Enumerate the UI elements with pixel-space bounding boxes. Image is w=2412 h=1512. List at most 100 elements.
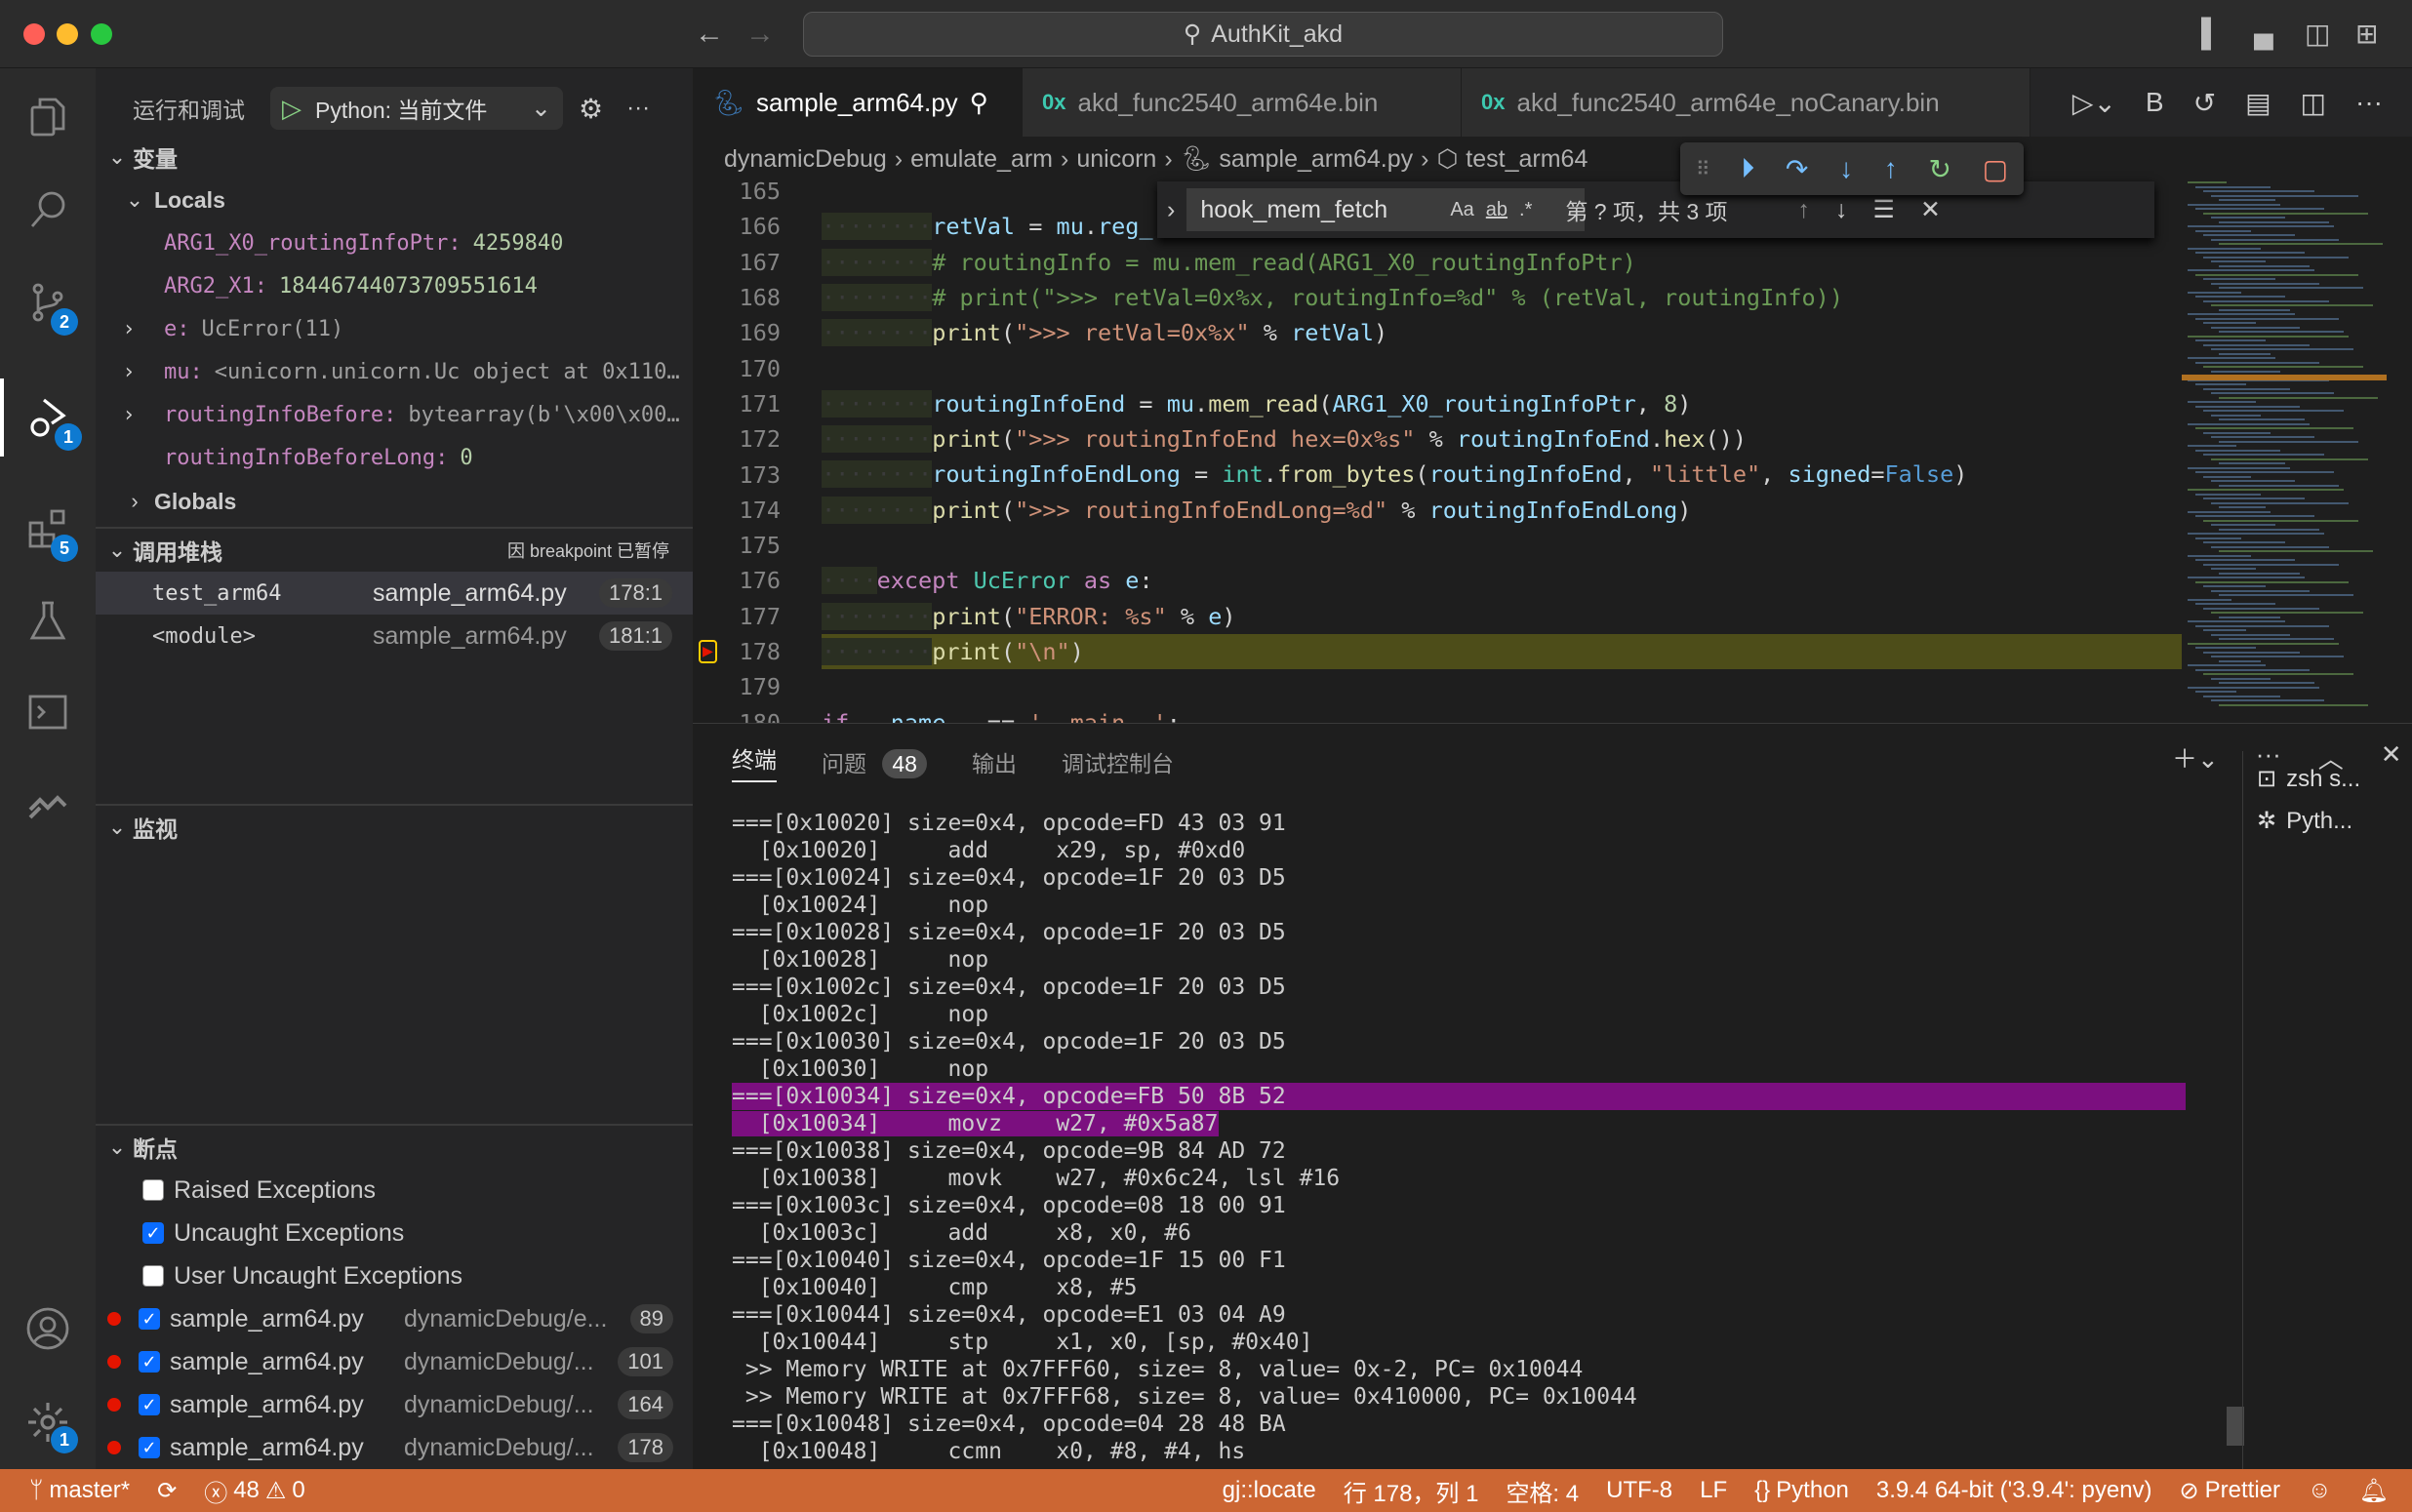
explorer-icon[interactable] bbox=[0, 78, 96, 156]
variable-row[interactable]: › routingInfoBefore: bytearray(b'\x00\x00… bbox=[96, 393, 693, 436]
match-case-toggle[interactable]: Aa bbox=[1450, 199, 1473, 221]
breadcrumb-item[interactable]: dynamicDebug bbox=[724, 145, 887, 174]
command-center-search[interactable]: ⚲ AuthKit_akd bbox=[803, 12, 1723, 57]
breadcrumb-item[interactable]: sample_arm64.py bbox=[1219, 145, 1413, 174]
variables-section-header[interactable]: ⌄ 变量 bbox=[96, 136, 693, 179]
run-file-icon[interactable]: ▷⌄ bbox=[2072, 87, 2116, 119]
sync-icon[interactable]: ⟳ bbox=[143, 1477, 190, 1505]
match-whole-word-toggle[interactable]: ab bbox=[1486, 199, 1508, 221]
forward-arrow-icon[interactable]: → bbox=[745, 18, 775, 51]
testing-flask-icon[interactable] bbox=[0, 581, 96, 659]
variable-row[interactable]: › e: UcError(11) bbox=[96, 307, 693, 350]
tab-akd_func2540_arm64e_noCanary-bin[interactable]: 0x akd_func2540_arm64e_noCanary.bin bbox=[1462, 68, 2030, 137]
code-line[interactable]: 168 ········# print(">>> retVal=0x%x, rou… bbox=[693, 280, 2182, 315]
step-out-icon[interactable]: ↑ bbox=[1884, 153, 1898, 184]
code-editor[interactable]: 165 166 ········retVal = mu.reg_ 167 ·······… bbox=[693, 174, 2182, 723]
callstack-frame[interactable]: <module> sample_arm64.py 181:1 bbox=[96, 615, 693, 657]
breadcrumb-item[interactable]: test_arm64 bbox=[1466, 145, 1588, 174]
variable-row[interactable]: ARG2_X1: 18446744073709551614 bbox=[96, 264, 693, 307]
watch-section-header[interactable]: ⌄ 监视 bbox=[96, 806, 693, 849]
toggle-replace-chevron-icon[interactable]: › bbox=[1167, 196, 1175, 224]
tab-akd_func2540_arm64e-bin[interactable]: 0x akd_func2540_arm64e.bin bbox=[1023, 68, 1462, 137]
variable-row[interactable]: routingInfoBeforeLong: 0 bbox=[96, 436, 693, 479]
back-arrow-icon[interactable]: ← bbox=[695, 18, 724, 51]
python-interpreter[interactable]: 3.9.4 64-bit ('3.9.4': pyenv) bbox=[1863, 1477, 2166, 1504]
gear-icon[interactable]: ⚙ bbox=[579, 93, 603, 125]
terminal-item-zsh[interactable]: ⊡ zsh s... bbox=[2243, 751, 2412, 807]
code-line[interactable]: 169 ········print(">>> retVal=0x%x" % ret… bbox=[693, 315, 2182, 350]
close-icon[interactable]: ✕ bbox=[1920, 195, 1941, 224]
tab-output[interactable]: 输出 bbox=[972, 745, 1017, 778]
code-line[interactable]: 167 ········# routingInfo = mu.mem_read(A… bbox=[693, 245, 2182, 280]
next-match-icon[interactable]: ↓ bbox=[1835, 196, 1848, 224]
feedback-icon[interactable]: ☺ bbox=[2294, 1477, 2346, 1504]
language-mode[interactable]: {} Python bbox=[1741, 1477, 1863, 1504]
code-line[interactable]: 179 bbox=[693, 669, 2182, 704]
checkbox[interactable]: ✓ bbox=[139, 1308, 160, 1330]
source-control-icon[interactable]: 2 bbox=[0, 263, 96, 341]
exception-breakpoint[interactable]: Raised Exceptions bbox=[96, 1169, 693, 1212]
tab-debug-console[interactable]: 调试控制台 bbox=[1062, 745, 1174, 778]
toggle-panel-icon[interactable]: ▄ bbox=[2254, 18, 2273, 49]
locals-scope[interactable]: ⌄ Locals bbox=[96, 179, 693, 221]
variable-row[interactable]: › mu: <unicorn.unicorn.Uc object at 0x110… bbox=[96, 350, 693, 393]
variable-row[interactable]: ARG1_X0_routingInfoPtr: 4259840 bbox=[96, 221, 693, 264]
remote-tunnel-icon[interactable] bbox=[0, 765, 96, 843]
code-line[interactable]: 180 if __name__ == '__main__': bbox=[693, 705, 2182, 724]
code-line[interactable]: 177 ········print("ERROR: %s" % e) bbox=[693, 599, 2182, 634]
stop-icon[interactable]: ▢ bbox=[1983, 153, 2008, 185]
toggle-secondary-sidebar-icon[interactable]: ◫ bbox=[2305, 18, 2330, 50]
encoding-status[interactable]: UTF-8 bbox=[1592, 1477, 1686, 1504]
exception-breakpoint[interactable]: ✓ Uncaught Exceptions bbox=[96, 1212, 693, 1254]
tab-problems[interactable]: 问题 48 bbox=[822, 745, 927, 778]
chevron-down-icon[interactable]: ⌄ bbox=[531, 94, 551, 123]
restart-icon[interactable]: ↻ bbox=[1929, 153, 1951, 185]
regex-toggle[interactable]: .* bbox=[1519, 199, 1532, 221]
breadcrumb-item[interactable]: unicorn bbox=[1076, 145, 1156, 174]
cursor-position[interactable]: 行 178，列 1 bbox=[1330, 1474, 1493, 1508]
step-over-icon[interactable]: ↷ bbox=[1786, 153, 1808, 185]
code-line[interactable]: 174 ········print(">>> routingInfoEndLong… bbox=[693, 493, 2182, 528]
checkbox[interactable]: ✓ bbox=[139, 1437, 160, 1458]
close-window-button[interactable] bbox=[23, 23, 45, 45]
branch-status[interactable]: ᛘ master* bbox=[0, 1477, 143, 1504]
eol-status[interactable]: LF bbox=[1686, 1477, 1741, 1504]
breakpoints-section-header[interactable]: ⌄ 断点 bbox=[96, 1126, 693, 1169]
breadcrumb-item[interactable]: emulate_arm bbox=[910, 145, 1053, 174]
customize-layout-icon[interactable]: ⊞ bbox=[2355, 18, 2378, 50]
breakpoint-item[interactable]: ✓ sample_arm64.py dynamicDebug/... 178 bbox=[96, 1426, 693, 1469]
more-actions-icon[interactable]: ··· bbox=[2355, 87, 2383, 118]
pin-icon[interactable]: ⚲ bbox=[970, 88, 988, 118]
drag-handle-icon[interactable]: ⠿ bbox=[1696, 157, 1710, 181]
exception-breakpoint[interactable]: User Uncaught Exceptions bbox=[96, 1254, 693, 1297]
notifications-bell-icon[interactable]: 🔔︎ bbox=[2346, 1477, 2412, 1505]
indentation-status[interactable]: 空格: 4 bbox=[1492, 1474, 1592, 1508]
start-debug-play-icon[interactable]: ▷ bbox=[282, 94, 302, 124]
code-line[interactable]: 173 ········routingInfoEndLong = int.from… bbox=[693, 457, 2182, 492]
code-line[interactable]: 170 bbox=[693, 351, 2182, 386]
code-line[interactable]: 172 ········print(">>> routingInfoEnd hex… bbox=[693, 421, 2182, 457]
tab-terminal[interactable]: 终端 bbox=[732, 741, 777, 782]
settings-gear-icon[interactable]: 1 bbox=[0, 1383, 96, 1461]
zoom-window-button[interactable] bbox=[91, 23, 112, 45]
checkbox[interactable] bbox=[142, 1179, 164, 1201]
checkbox[interactable]: ✓ bbox=[142, 1222, 164, 1244]
tab-sample_arm64-py[interactable]: 🐍︎ sample_arm64.py ⚲ bbox=[693, 68, 1023, 137]
extensions-icon[interactable]: 5 bbox=[0, 490, 96, 568]
minimap[interactable] bbox=[2182, 181, 2387, 723]
find-in-selection-icon[interactable]: ☰ bbox=[1873, 195, 1895, 224]
hex-editor-icon[interactable]: ▤ bbox=[2245, 87, 2271, 119]
callstack-frame[interactable]: test_arm64 sample_arm64.py 178:1 bbox=[96, 572, 693, 615]
run-debug-icon[interactable]: 1 bbox=[0, 378, 96, 457]
bold-b-icon[interactable]: B bbox=[2146, 87, 2164, 118]
previous-match-icon[interactable]: ↑ bbox=[1798, 196, 1811, 224]
terminal-icon[interactable] bbox=[0, 673, 96, 751]
minimize-window-button[interactable] bbox=[57, 23, 78, 45]
new-terminal-plus-icon[interactable]: ＋⌄ bbox=[2172, 739, 2219, 776]
problems-status[interactable]: ⓧ 48 ⚠ 0 bbox=[190, 1474, 319, 1508]
breakpoint-item[interactable]: ✓ sample_arm64.py dynamicDebug/... 164 bbox=[96, 1383, 693, 1426]
more-actions-icon[interactable]: ··· bbox=[626, 95, 650, 122]
breakpoint-item[interactable]: ✓ sample_arm64.py dynamicDebug/... 101 bbox=[96, 1340, 693, 1383]
debug-config-select[interactable]: ▷ Python: 当前文件 ⌄ bbox=[270, 87, 563, 130]
locate-status[interactable]: gj::locate bbox=[1209, 1477, 1330, 1504]
